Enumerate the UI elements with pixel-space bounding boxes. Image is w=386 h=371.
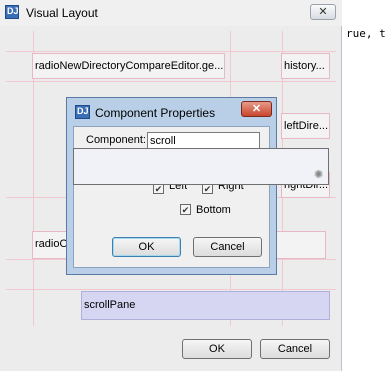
autocomplete-popup[interactable]: ✺ xyxy=(73,148,329,185)
bottom-label: Bottom xyxy=(196,204,231,216)
cancel-button[interactable]: Cancel xyxy=(193,237,262,257)
bottom-checkbox[interactable]: ✔ xyxy=(180,204,191,215)
cell-history[interactable]: history... xyxy=(281,53,330,79)
app-icon: DJ xyxy=(75,105,90,119)
loading-spinner-icon: ✺ xyxy=(314,169,324,181)
dialog-title: Component Properties xyxy=(95,106,216,120)
cell-scroll-pane[interactable]: scrollPane xyxy=(81,291,330,320)
component-label: Component: xyxy=(86,134,146,146)
visual-layout-titlebar: DJ Visual Layout ✕ xyxy=(0,0,342,26)
code-fragment: rue, t xyxy=(346,27,386,40)
component-properties-dialog: DJ Component Properties ✕ Component: scr… xyxy=(66,97,277,275)
window-title: Visual Layout xyxy=(26,6,98,20)
cell-left-dir[interactable]: leftDire... xyxy=(281,113,330,139)
ok-button[interactable]: OK xyxy=(182,339,252,359)
ok-button[interactable]: OK xyxy=(112,237,181,257)
cell-radio-new-directory[interactable]: radioNewDirectoryCompareEditor.ge... xyxy=(32,53,225,79)
code-editor-strip: rue, t xyxy=(342,0,386,371)
close-button[interactable]: ✕ xyxy=(241,101,272,117)
cancel-button[interactable]: Cancel xyxy=(260,339,330,359)
close-button[interactable]: ✕ xyxy=(310,4,336,20)
app-icon: DJ xyxy=(5,5,19,19)
